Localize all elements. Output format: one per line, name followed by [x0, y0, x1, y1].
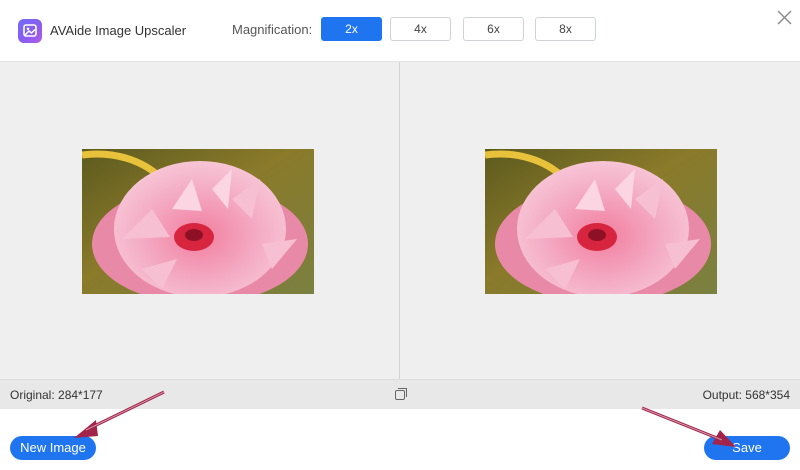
info-bar: Original: 284*177 Output: 568*354 [0, 379, 800, 409]
magnification-2x-button[interactable]: 2x [321, 17, 382, 41]
magnification-label: Magnification: [232, 22, 313, 37]
new-image-button[interactable]: New Image [10, 436, 96, 460]
original-image-preview [82, 149, 314, 294]
magnification-4x-button[interactable]: 4x [390, 17, 451, 41]
preview-area [0, 61, 800, 380]
original-size-label: Original: 284*177 [10, 388, 103, 402]
close-icon[interactable] [776, 9, 793, 26]
save-button[interactable]: Save [704, 436, 790, 460]
magnification-6x-button[interactable]: 6x [463, 17, 524, 41]
magnification-8x-button[interactable]: 8x [535, 17, 596, 41]
header: AVAide Image Upscaler Magnification: 2x … [0, 0, 800, 60]
compare-icon[interactable] [395, 388, 407, 400]
output-size-label: Output: 568*354 [702, 388, 790, 402]
app-title: AVAide Image Upscaler [50, 23, 187, 38]
image-upscaler-logo-icon [18, 19, 42, 43]
output-image-preview [485, 149, 717, 294]
footer [0, 409, 800, 470]
preview-divider [399, 62, 400, 380]
